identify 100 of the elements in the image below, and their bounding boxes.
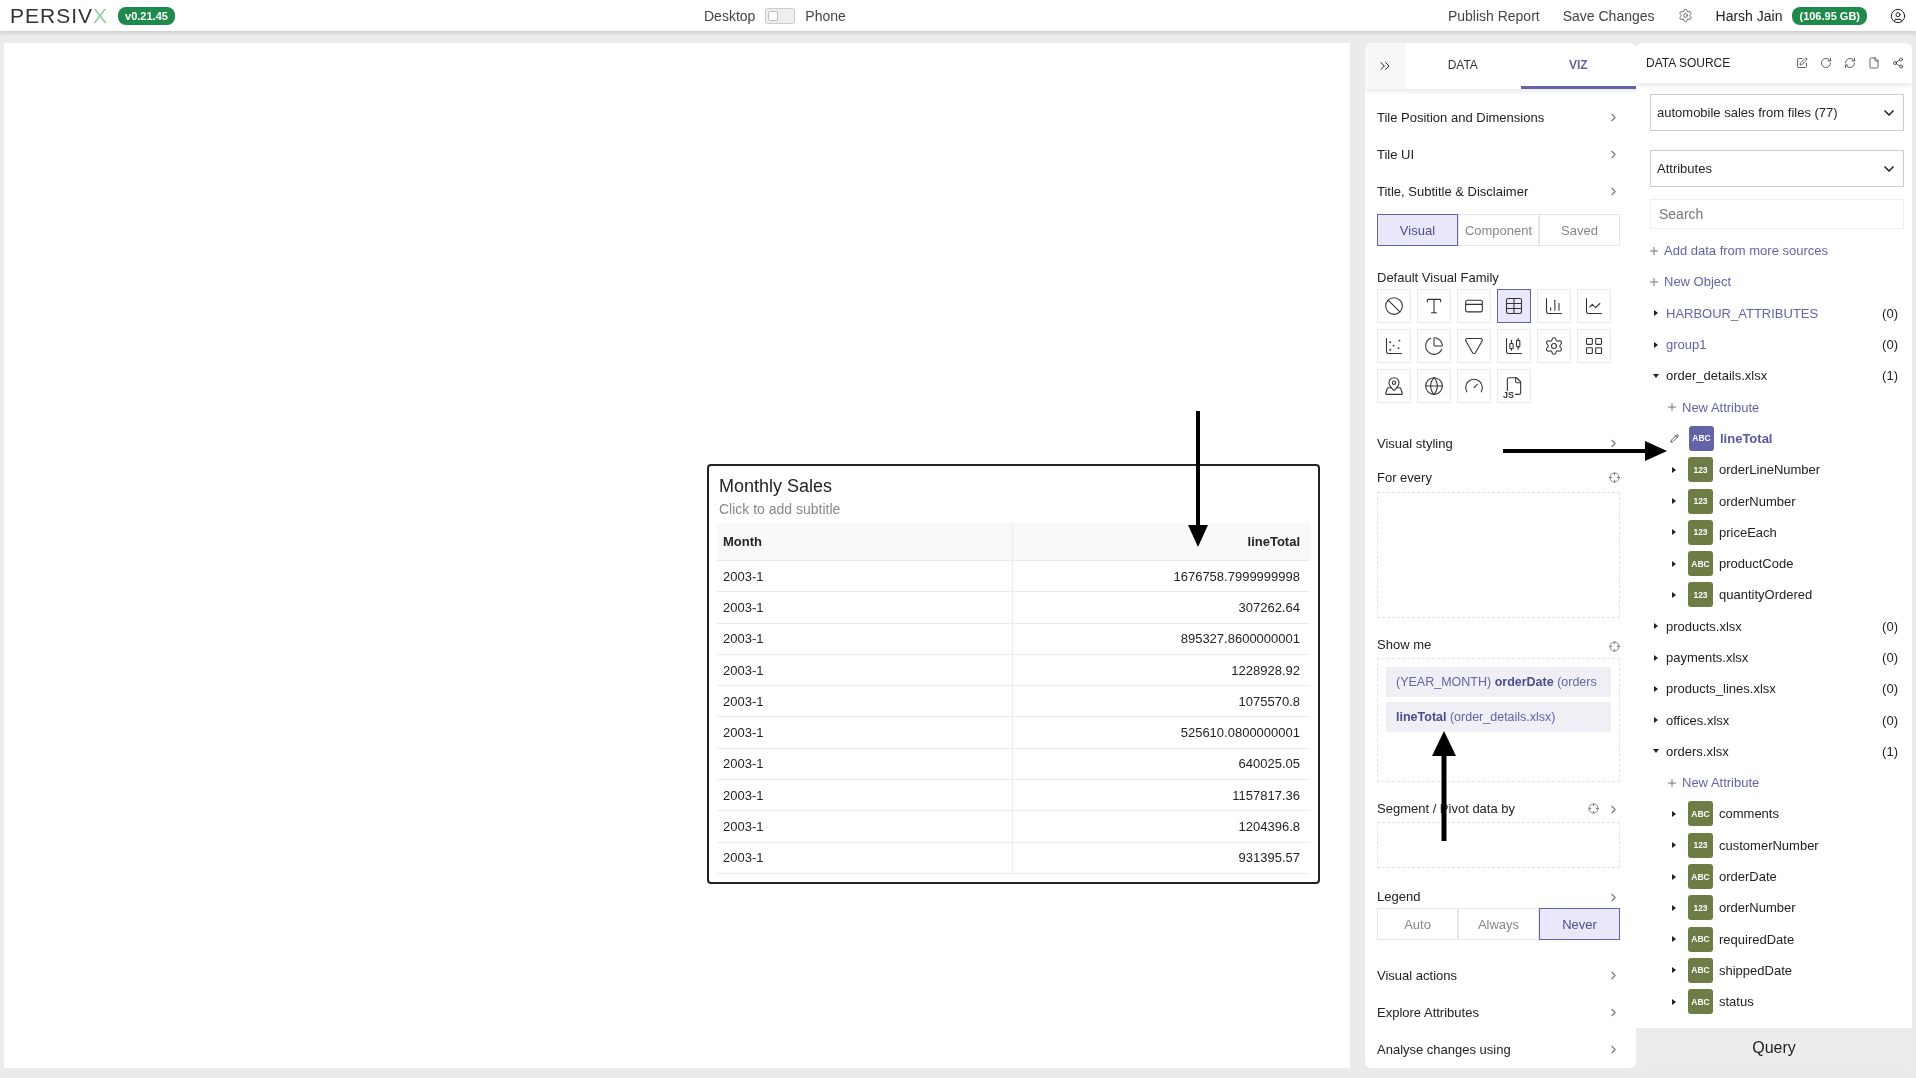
- table-cell: 1676758.7999999998: [1012, 561, 1306, 592]
- attribute-name[interactable]: productCode: [1719, 556, 1794, 572]
- panel-tab[interactable]: VIZ: [1520, 43, 1636, 89]
- section-label[interactable]: Analyse changes using: [1377, 1042, 1511, 1057]
- plus-icon[interactable]: [1668, 778, 1676, 787]
- legend-option[interactable]: Never: [1539, 908, 1620, 940]
- user-icon[interactable]: [1890, 7, 1906, 24]
- field-chip[interactable]: lineTotal (order_details.xlsx): [1386, 702, 1611, 732]
- attribute-name[interactable]: orderNumber: [1719, 900, 1796, 916]
- caret-right-icon[interactable]: [1652, 622, 1660, 631]
- crosshair-icon[interactable]: [1588, 803, 1599, 814]
- section-label[interactable]: Visual actions: [1377, 968, 1457, 983]
- type-badge: 123: [1688, 832, 1713, 858]
- plus-icon[interactable]: [1668, 403, 1676, 412]
- caret-right-icon[interactable]: [1652, 716, 1660, 725]
- bar-chart-icon: [1544, 296, 1564, 316]
- tree-item[interactable]: products_lines.xlsx: [1666, 681, 1776, 697]
- tree-item[interactable]: payments.xlsx: [1666, 650, 1749, 665]
- caret-right-icon[interactable]: [1670, 997, 1678, 1006]
- family-tab[interactable]: Component: [1457, 214, 1540, 246]
- type-badge: ABC: [1689, 425, 1714, 451]
- attribute-name[interactable]: quantityOrdered: [1719, 587, 1813, 603]
- query-button[interactable]: Query: [1636, 1028, 1912, 1068]
- caret-right-icon[interactable]: [1670, 810, 1678, 818]
- mode-toggle[interactable]: [765, 7, 796, 24]
- tree-item[interactable]: group1: [1666, 337, 1707, 353]
- caret-right-icon[interactable]: [1652, 309, 1660, 318]
- family-tab[interactable]: Saved: [1539, 214, 1620, 246]
- caret-right-icon[interactable]: [1670, 966, 1678, 975]
- attribute-name[interactable]: priceEach: [1719, 524, 1777, 540]
- caret-right-icon[interactable]: [1670, 465, 1678, 474]
- attribute-name[interactable]: status: [1719, 994, 1754, 1010]
- section-label[interactable]: Tile Position and Dimensions: [1377, 110, 1545, 125]
- table-cell-text: 2003-1: [722, 567, 765, 586]
- legend-option[interactable]: Auto: [1377, 908, 1458, 940]
- pencil-icon[interactable]: [1670, 433, 1679, 443]
- tree-item[interactable]: offices.xlsx: [1666, 712, 1730, 728]
- link[interactable]: New Attribute: [1682, 399, 1760, 415]
- attribute-name[interactable]: comments: [1719, 806, 1779, 822]
- plus-icon[interactable]: [1650, 246, 1658, 255]
- crosshair-icon[interactable]: [1609, 641, 1620, 652]
- refresh-icon[interactable]: [1844, 57, 1856, 69]
- link[interactable]: New Attribute: [1682, 775, 1760, 791]
- edit-icon[interactable]: [1796, 57, 1808, 69]
- settings-icon[interactable]: [1677, 8, 1693, 23]
- visual-type-button[interactable]: JS: [1497, 369, 1531, 403]
- table-tile[interactable]: [707, 464, 1320, 884]
- caret-right-icon[interactable]: [1670, 872, 1678, 881]
- link[interactable]: Add data from more sources: [1664, 243, 1829, 259]
- text-icon: [1424, 296, 1444, 316]
- section-label[interactable]: Visual styling: [1377, 436, 1453, 451]
- caret-right-icon[interactable]: [1670, 559, 1678, 568]
- caret-right-icon[interactable]: [1670, 841, 1678, 850]
- attribute-name[interactable]: lineTotal: [1720, 430, 1773, 446]
- view-select[interactable]: Attributes: [1650, 150, 1904, 187]
- section-label[interactable]: Title, Subtitle & Disclaimer: [1377, 184, 1529, 199]
- reload-icon[interactable]: [1820, 57, 1832, 69]
- crosshair-icon[interactable]: [1609, 471, 1620, 483]
- attribute-name[interactable]: orderDate: [1719, 869, 1777, 885]
- type-badge: ABC: [1688, 926, 1713, 952]
- tree-item[interactable]: products.xlsx: [1666, 618, 1742, 634]
- caret-right-icon[interactable]: [1670, 590, 1678, 599]
- family-tab[interactable]: Visual: [1377, 214, 1458, 246]
- attribute-name[interactable]: orderLineNumber: [1719, 462, 1821, 478]
- caret-right-icon[interactable]: [1652, 653, 1660, 662]
- attribute-name[interactable]: shippedDate: [1719, 962, 1792, 978]
- link[interactable]: New Object: [1664, 274, 1732, 290]
- type-badge: ABC: [1688, 989, 1713, 1015]
- attribute-name[interactable]: customerNumber: [1719, 837, 1819, 853]
- table-cell: 1228928.92: [1012, 654, 1306, 686]
- attribute-name[interactable]: requiredDate: [1719, 931, 1795, 947]
- visual-type-button[interactable]: [1497, 289, 1531, 323]
- field-chip[interactable]: (YEAR_MONTH) orderDate (orders: [1386, 667, 1611, 697]
- caret-right-icon[interactable]: [1652, 340, 1660, 349]
- caret-down-icon[interactable]: [1652, 371, 1660, 380]
- file-icon[interactable]: [1868, 57, 1880, 69]
- caret-right-icon[interactable]: [1670, 935, 1678, 944]
- caret-right-icon[interactable]: [1652, 684, 1660, 693]
- share-icon[interactable]: [1892, 57, 1904, 69]
- item-count: (0): [1882, 337, 1899, 353]
- topbar-link[interactable]: Publish Report: [1447, 7, 1540, 24]
- caret-right-icon[interactable]: [1670, 528, 1678, 537]
- panel-tab[interactable]: DATA: [1405, 43, 1521, 89]
- attribute-name[interactable]: orderNumber: [1719, 493, 1796, 509]
- tree-item[interactable]: orders.xlsx: [1666, 743, 1729, 759]
- tree-item[interactable]: order_details.xlsx: [1666, 368, 1768, 384]
- section-label[interactable]: Explore Attributes: [1377, 1005, 1479, 1020]
- no-symbol-icon: [1384, 296, 1404, 316]
- tile-title: Monthly Sales: [718, 475, 834, 497]
- tile-subtitle[interactable]: Click to add subtitle: [717, 497, 1310, 523]
- source-select[interactable]: automobile sales from files (77): [1650, 94, 1904, 131]
- plus-icon[interactable]: [1650, 277, 1658, 286]
- search-field[interactable]: Search: [1650, 199, 1904, 229]
- caret-right-icon[interactable]: [1670, 497, 1678, 505]
- tree-item[interactable]: HARBOUR_ATTRIBUTES: [1666, 305, 1819, 321]
- caret-right-icon[interactable]: [1670, 903, 1678, 912]
- topbar-link[interactable]: Save Changes: [1562, 7, 1655, 24]
- section-label[interactable]: Legend: [1377, 889, 1421, 904]
- section-label[interactable]: Tile UI: [1377, 147, 1415, 162]
- legend-option[interactable]: Always: [1458, 908, 1539, 940]
